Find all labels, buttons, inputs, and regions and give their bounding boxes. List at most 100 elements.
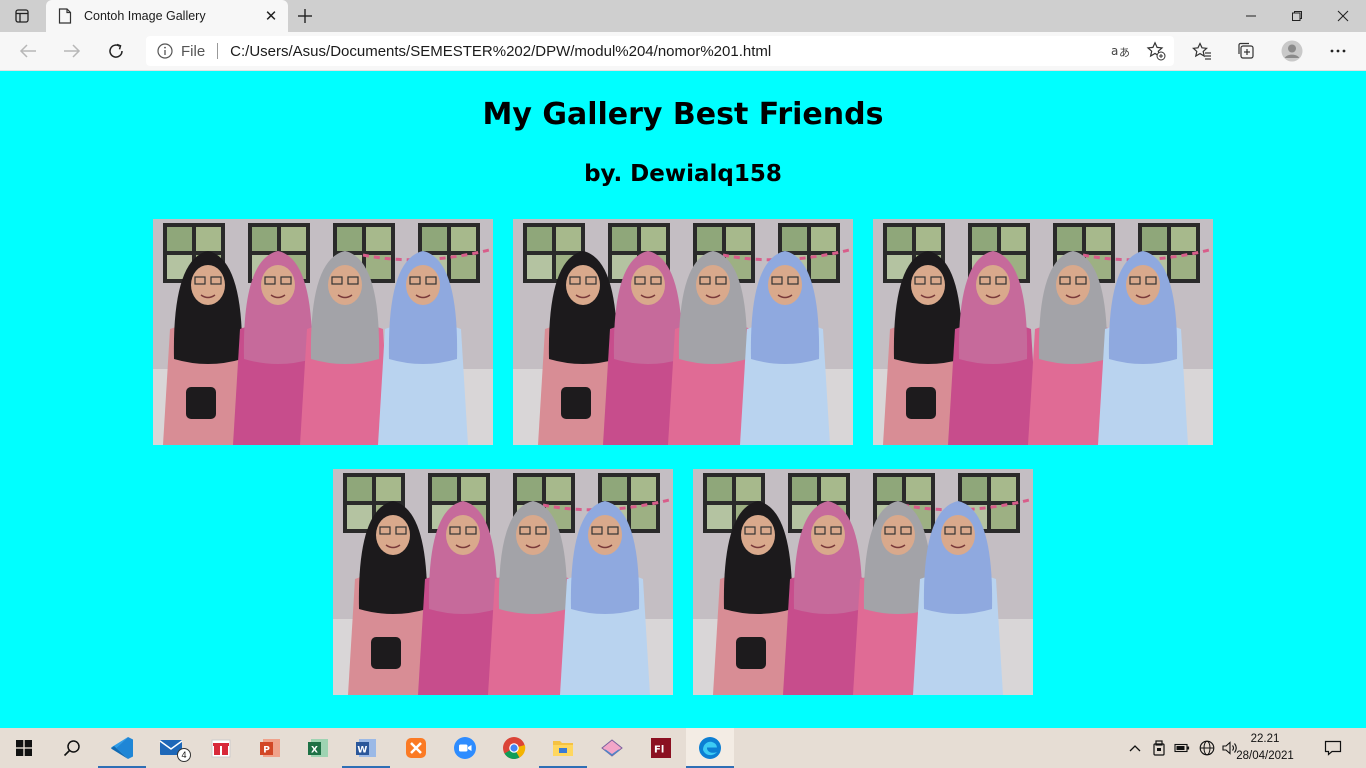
xampp-icon xyxy=(406,738,426,758)
favorites-button[interactable] xyxy=(1186,36,1218,66)
taskbar-app-12[interactable] xyxy=(588,728,636,768)
forward-arrow-icon xyxy=(64,44,81,58)
svg-text:P: P xyxy=(263,746,270,756)
taskbar-xampp[interactable] xyxy=(392,728,440,768)
settings-menu-button[interactable] xyxy=(1322,36,1354,66)
mail-badge: 4 xyxy=(177,748,191,762)
photo-image xyxy=(693,469,1033,695)
powerpoint-icon: P xyxy=(260,739,280,757)
minimize-button[interactable] xyxy=(1228,0,1274,32)
chevron-up-icon xyxy=(1129,745,1141,752)
battery-icon xyxy=(1174,743,1190,753)
photo-image xyxy=(153,219,493,445)
page-subtitle: by. Dewialq158 xyxy=(584,161,782,187)
new-tab-button[interactable] xyxy=(292,4,318,28)
add-favorite-icon[interactable] xyxy=(1146,41,1166,61)
taskbar-word[interactable]: W xyxy=(342,728,390,768)
address-divider xyxy=(217,43,219,59)
url-scheme-label: File xyxy=(181,42,206,60)
gift-icon xyxy=(211,739,231,758)
taskbar-flash[interactable]: Fl xyxy=(637,728,685,768)
read-aloud-icon[interactable]: aあ xyxy=(1110,42,1130,60)
svg-text:W: W xyxy=(357,746,367,756)
favorites-icon xyxy=(1192,42,1211,60)
avatar-icon xyxy=(1281,40,1303,62)
search-icon xyxy=(63,740,80,757)
more-icon xyxy=(1330,49,1346,53)
clock-time: 22.21 xyxy=(1250,733,1280,745)
info-icon[interactable] xyxy=(157,43,173,59)
edge-icon xyxy=(699,737,721,759)
forward-button[interactable] xyxy=(56,36,88,66)
page-title: My Gallery Best Friends xyxy=(482,97,884,132)
flash-icon: Fl xyxy=(651,738,671,758)
refresh-button[interactable] xyxy=(100,36,132,66)
taskbar-zoom[interactable] xyxy=(441,728,489,768)
gallery-photo-5[interactable] xyxy=(693,469,1033,695)
taskbar-file-explorer[interactable] xyxy=(539,728,587,768)
windows-taskbar: 4 P X W Fl 22.21 28/04/2021 xyxy=(0,728,1366,768)
vscode-icon xyxy=(111,737,133,759)
gallery-photo-4[interactable] xyxy=(333,469,673,695)
tray-device[interactable] xyxy=(1150,728,1168,768)
notification-icon xyxy=(1324,740,1342,756)
zoom-icon xyxy=(454,737,476,759)
photo-image xyxy=(333,469,673,695)
show-hidden-icons[interactable] xyxy=(1126,728,1144,768)
back-arrow-icon xyxy=(19,44,36,58)
clock-date: 28/04/2021 xyxy=(1236,750,1294,762)
close-icon xyxy=(1337,10,1349,22)
photo-image xyxy=(513,219,853,445)
address-bar[interactable]: File C:/Users/Asus/Documents/SEMESTER%20… xyxy=(146,36,1174,66)
close-window-button[interactable] xyxy=(1320,0,1366,32)
taskbar-gift-app[interactable] xyxy=(197,728,245,768)
back-button[interactable] xyxy=(12,36,44,66)
url-text[interactable]: C:/Users/Asus/Documents/SEMESTER%202/DPW… xyxy=(230,43,771,60)
tab-actions-icon xyxy=(15,9,29,23)
taskbar-mail[interactable]: 4 xyxy=(148,728,196,768)
gallery-photo-2[interactable] xyxy=(513,219,853,445)
start-button[interactable] xyxy=(0,728,48,768)
photo-image xyxy=(873,219,1213,445)
tray-battery[interactable] xyxy=(1173,728,1191,768)
folder-icon xyxy=(553,741,573,756)
tab-actions-button[interactable] xyxy=(8,6,36,26)
profile-button[interactable] xyxy=(1276,36,1308,66)
restore-icon xyxy=(1292,11,1302,21)
tab-close-icon[interactable]: ✕ xyxy=(258,3,284,29)
taskbar-edge[interactable] xyxy=(686,728,734,768)
svg-text:a: a xyxy=(1111,44,1118,58)
globe-icon xyxy=(1199,740,1215,756)
excel-icon: X xyxy=(308,739,328,757)
windows-logo-icon xyxy=(16,740,32,756)
gallery-photo-1[interactable] xyxy=(153,219,493,445)
app-icon xyxy=(601,739,623,757)
minimize-icon xyxy=(1246,15,1256,17)
page-icon xyxy=(58,8,72,24)
search-button[interactable] xyxy=(48,728,96,768)
collections-icon xyxy=(1238,42,1254,59)
taskbar-chrome[interactable] xyxy=(490,728,538,768)
restore-button[interactable] xyxy=(1274,0,1320,32)
svg-text:X: X xyxy=(311,746,318,756)
collections-button[interactable] xyxy=(1230,36,1262,66)
taskbar-powerpoint[interactable]: P xyxy=(246,728,294,768)
taskbar-excel[interactable]: X xyxy=(294,728,342,768)
system-clock[interactable]: 22.21 28/04/2021 xyxy=(1230,731,1300,765)
browser-toolbar: File C:/Users/Asus/Documents/SEMESTER%20… xyxy=(0,32,1366,71)
svg-text:あ: あ xyxy=(1119,46,1130,59)
chrome-icon xyxy=(503,737,526,759)
taskbar-vscode[interactable] xyxy=(98,728,146,768)
tab-title: Contoh Image Gallery xyxy=(84,9,206,23)
gallery-photo-3[interactable] xyxy=(873,219,1213,445)
word-icon: W xyxy=(356,739,376,757)
usb-device-icon xyxy=(1153,740,1165,756)
plus-icon xyxy=(298,9,312,23)
tab-strip: Contoh Image Gallery ✕ xyxy=(0,0,1366,32)
svg-text:Fl: Fl xyxy=(654,745,664,756)
tray-network[interactable] xyxy=(1197,728,1217,768)
web-page: My Gallery Best Friends by. Dewialq158 xyxy=(0,71,1366,728)
refresh-icon xyxy=(109,43,123,58)
notifications-button[interactable] xyxy=(1318,728,1348,768)
browser-tab[interactable]: Contoh Image Gallery ✕ xyxy=(46,0,288,32)
